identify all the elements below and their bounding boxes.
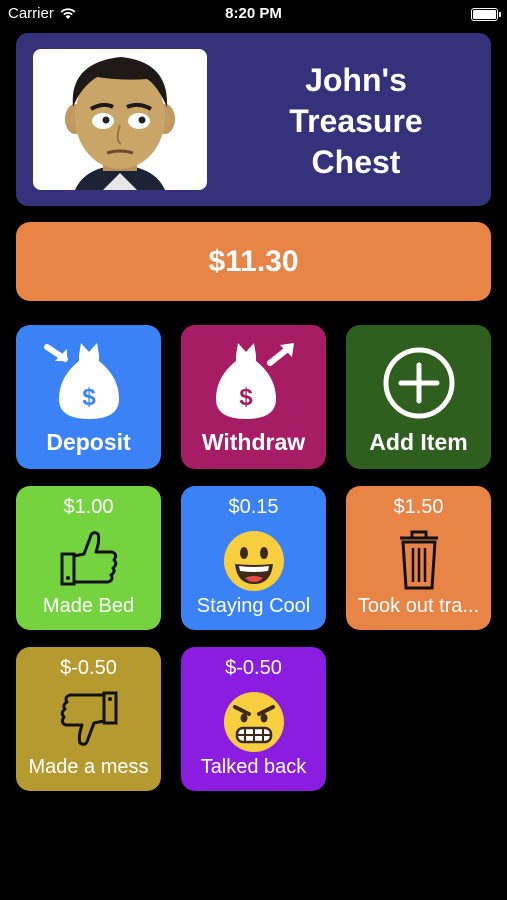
battery-icon xyxy=(471,8,501,21)
deposit-label: Deposit xyxy=(46,429,131,455)
item-label: Took out tra... xyxy=(357,595,480,617)
item-label: Staying Cool xyxy=(196,595,311,617)
plus-circle-icon xyxy=(383,347,454,419)
withdraw-button[interactable]: $ Withdraw xyxy=(181,325,326,469)
item-amount: $1.50 xyxy=(393,496,444,518)
angry-face-icon xyxy=(223,692,284,752)
balance-amount: $11.30 xyxy=(208,244,299,278)
money-bag-withdraw-icon: $ xyxy=(215,343,294,419)
item-label: Talked back xyxy=(200,756,307,778)
status-time: 8:20 PM xyxy=(225,5,282,22)
avatar[interactable] xyxy=(33,49,207,190)
item-label: Made a mess xyxy=(28,756,149,778)
item-amount: $-0.50 xyxy=(60,657,117,679)
add-item-label: Add Item xyxy=(369,429,468,455)
deposit-button[interactable]: $ Deposit xyxy=(16,325,161,469)
header-card: John's Treasure Chest xyxy=(16,33,491,206)
svg-text:$: $ xyxy=(239,384,253,411)
item-talked-back[interactable]: $-0.50 Talked back xyxy=(181,647,326,791)
item-made-a-mess[interactable]: $-0.50 Made a mess xyxy=(16,647,161,791)
grinning-face-icon xyxy=(223,531,284,591)
add-item-button[interactable]: Add Item xyxy=(346,325,491,469)
thumbs-down-icon xyxy=(60,691,117,746)
item-staying-cool[interactable]: $0.15 Staying Cool xyxy=(181,486,326,630)
status-bar: Carrier 8:20 PM xyxy=(0,0,507,28)
svg-text:$: $ xyxy=(82,384,96,411)
avatar-face-icon xyxy=(65,57,175,190)
thumbs-up-icon xyxy=(60,531,117,586)
item-amount: $0.15 xyxy=(228,496,279,518)
item-made-bed[interactable]: $1.00 Made Bed xyxy=(16,486,161,630)
item-label: Made Bed xyxy=(42,595,135,617)
page-title: John's Treasure Chest xyxy=(289,62,423,180)
balance-display: $11.30 xyxy=(16,222,491,301)
item-took-out-trash[interactable]: $1.50 Took out tra... xyxy=(346,486,491,630)
item-amount: $1.00 xyxy=(63,496,114,518)
trash-can-icon xyxy=(399,530,438,590)
withdraw-label: Withdraw xyxy=(201,429,306,455)
money-bag-deposit-icon: $ xyxy=(43,343,119,419)
item-amount: $-0.50 xyxy=(225,657,282,679)
